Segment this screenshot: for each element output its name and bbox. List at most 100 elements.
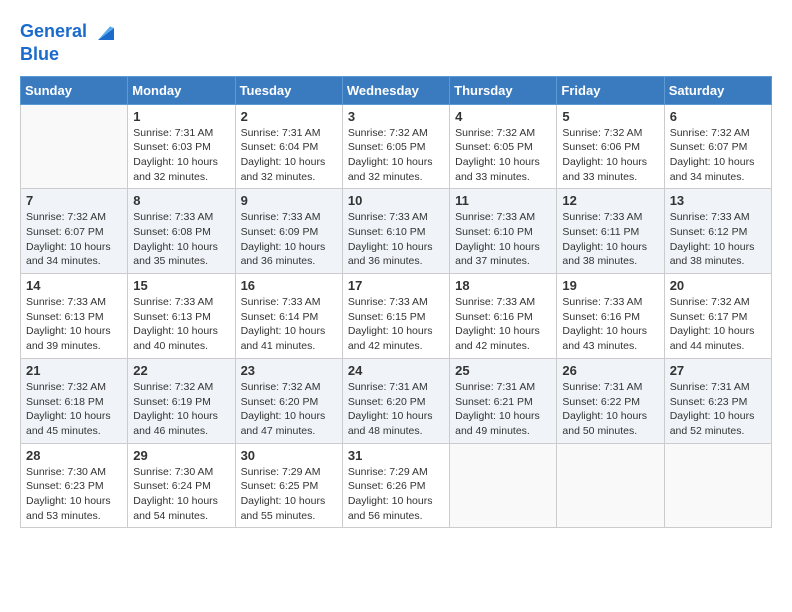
calendar-cell: 23Sunrise: 7:32 AM Sunset: 6:20 PM Dayli… <box>235 358 342 443</box>
calendar-cell: 4Sunrise: 7:32 AM Sunset: 6:05 PM Daylig… <box>450 104 557 189</box>
calendar-cell: 20Sunrise: 7:32 AM Sunset: 6:17 PM Dayli… <box>664 274 771 359</box>
day-info: Sunrise: 7:32 AM Sunset: 6:19 PM Dayligh… <box>133 380 229 439</box>
weekday-header-saturday: Saturday <box>664 76 771 104</box>
day-number: 26 <box>562 363 658 378</box>
weekday-header-sunday: Sunday <box>21 76 128 104</box>
weekday-header-monday: Monday <box>128 76 235 104</box>
calendar-cell: 2 Sunrise: 7:31 AM Sunset: 6:04 PM Daylig… <box>235 104 342 189</box>
calendar-cell: 26 Sunrise: 7:31 AM Sunset: 6:22 PM Dayli… <box>557 358 664 443</box>
calendar-cell: 22 Sunrise: 7:32 AM Sunset: 6:19 PM Dayli… <box>128 358 235 443</box>
day-number: 6 <box>670 109 766 124</box>
day-info: Sunrise: 7:31 AM Sunset: 6:03 PM Dayligh… <box>133 126 229 185</box>
day-info: Sunrise: 7:33 AM Sunset: 6:12 PM Dayligh… <box>670 210 766 269</box>
day-number: 28 <box>26 448 122 463</box>
calendar-week-2: 7Sunrise: 7:32 AM Sunset: 6:07 PM Daylig… <box>21 189 772 274</box>
day-info: Sunrise: 7:31 AM Sunset: 6:22 PM Dayligh… <box>562 380 658 439</box>
page-header: General Blue <box>20 20 772 66</box>
calendar-cell: 18 Sunrise: 7:33 AM Sunset: 6:16 PM Dayli… <box>450 274 557 359</box>
calendar-cell: 24Sunrise: 7:31 AM Sunset: 6:20 PM Dayli… <box>342 358 449 443</box>
day-number: 4 <box>455 109 551 124</box>
calendar-week-3: 14Sunrise: 7:33 AM Sunset: 6:13 PM Dayli… <box>21 274 772 359</box>
day-info: Sunrise: 7:33 AM Sunset: 6:11 PM Dayligh… <box>562 210 658 269</box>
day-info: Sunrise: 7:29 AM Sunset: 6:25 PM Dayligh… <box>241 465 337 524</box>
day-info: Sunrise: 7:32 AM Sunset: 6:17 PM Dayligh… <box>670 295 766 354</box>
day-info: Sunrise: 7:33 AM Sunset: 6:09 PM Dayligh… <box>241 210 337 269</box>
calendar-cell: 21 Sunrise: 7:32 AM Sunset: 6:18 PM Dayli… <box>21 358 128 443</box>
day-info: Sunrise: 7:31 AM Sunset: 6:21 PM Dayligh… <box>455 380 551 439</box>
calendar-cell: 17 Sunrise: 7:33 AM Sunset: 6:15 PM Dayli… <box>342 274 449 359</box>
day-info: Sunrise: 7:33 AM Sunset: 6:10 PM Dayligh… <box>348 210 444 269</box>
calendar-cell: 14Sunrise: 7:33 AM Sunset: 6:13 PM Dayli… <box>21 274 128 359</box>
day-number: 25 <box>455 363 551 378</box>
calendar-cell: 13 Sunrise: 7:33 AM Sunset: 6:12 PM Dayli… <box>664 189 771 274</box>
day-number: 17 <box>348 278 444 293</box>
day-info: Sunrise: 7:33 AM Sunset: 6:14 PM Dayligh… <box>241 295 337 354</box>
calendar-cell: 28 Sunrise: 7:30 AM Sunset: 6:23 PM Dayli… <box>21 443 128 528</box>
day-info: Sunrise: 7:32 AM Sunset: 6:07 PM Dayligh… <box>670 126 766 185</box>
calendar-cell: 31 Sunrise: 7:29 AM Sunset: 6:26 PM Dayli… <box>342 443 449 528</box>
day-info: Sunrise: 7:32 AM Sunset: 6:05 PM Dayligh… <box>348 126 444 185</box>
day-number: 16 <box>241 278 337 293</box>
calendar-cell: 16 Sunrise: 7:33 AM Sunset: 6:14 PM Dayli… <box>235 274 342 359</box>
calendar-cell: 29 Sunrise: 7:30 AM Sunset: 6:24 PM Dayli… <box>128 443 235 528</box>
calendar-cell: 3 Sunrise: 7:32 AM Sunset: 6:05 PM Daylig… <box>342 104 449 189</box>
day-number: 1 <box>133 109 229 124</box>
calendar-cell: 5 Sunrise: 7:32 AM Sunset: 6:06 PM Daylig… <box>557 104 664 189</box>
calendar-week-1: 1 Sunrise: 7:31 AM Sunset: 6:03 PM Daylig… <box>21 104 772 189</box>
day-number: 18 <box>455 278 551 293</box>
day-number: 29 <box>133 448 229 463</box>
day-number: 12 <box>562 193 658 208</box>
calendar-cell: 9 Sunrise: 7:33 AM Sunset: 6:09 PM Daylig… <box>235 189 342 274</box>
calendar-cell <box>450 443 557 528</box>
day-info: Sunrise: 7:29 AM Sunset: 6:26 PM Dayligh… <box>348 465 444 524</box>
day-info: Sunrise: 7:33 AM Sunset: 6:16 PM Dayligh… <box>562 295 658 354</box>
day-info: Sunrise: 7:30 AM Sunset: 6:23 PM Dayligh… <box>26 465 122 524</box>
day-info: Sunrise: 7:31 AM Sunset: 6:04 PM Dayligh… <box>241 126 337 185</box>
day-info: Sunrise: 7:33 AM Sunset: 6:16 PM Dayligh… <box>455 295 551 354</box>
day-info: Sunrise: 7:32 AM Sunset: 6:06 PM Dayligh… <box>562 126 658 185</box>
calendar-cell <box>664 443 771 528</box>
day-number: 24 <box>348 363 444 378</box>
day-info: Sunrise: 7:33 AM Sunset: 6:15 PM Dayligh… <box>348 295 444 354</box>
day-info: Sunrise: 7:31 AM Sunset: 6:23 PM Dayligh… <box>670 380 766 439</box>
day-number: 8 <box>133 193 229 208</box>
logo: General Blue <box>20 20 118 66</box>
day-number: 9 <box>241 193 337 208</box>
day-number: 31 <box>348 448 444 463</box>
calendar-cell <box>557 443 664 528</box>
day-number: 23 <box>241 363 337 378</box>
day-number: 22 <box>133 363 229 378</box>
day-number: 21 <box>26 363 122 378</box>
day-info: Sunrise: 7:33 AM Sunset: 6:13 PM Dayligh… <box>133 295 229 354</box>
day-number: 19 <box>562 278 658 293</box>
calendar-cell: 25 Sunrise: 7:31 AM Sunset: 6:21 PM Dayli… <box>450 358 557 443</box>
weekday-header-friday: Friday <box>557 76 664 104</box>
day-info: Sunrise: 7:33 AM Sunset: 6:13 PM Dayligh… <box>26 295 122 354</box>
logo-text: General Blue <box>20 20 118 66</box>
calendar-cell <box>21 104 128 189</box>
day-number: 5 <box>562 109 658 124</box>
weekday-header-tuesday: Tuesday <box>235 76 342 104</box>
calendar-cell: 6 Sunrise: 7:32 AM Sunset: 6:07 PM Daylig… <box>664 104 771 189</box>
weekday-header-wednesday: Wednesday <box>342 76 449 104</box>
calendar-cell: 11Sunrise: 7:33 AM Sunset: 6:10 PM Dayli… <box>450 189 557 274</box>
calendar-cell: 15Sunrise: 7:33 AM Sunset: 6:13 PM Dayli… <box>128 274 235 359</box>
calendar-cell: 7Sunrise: 7:32 AM Sunset: 6:07 PM Daylig… <box>21 189 128 274</box>
day-number: 13 <box>670 193 766 208</box>
calendar-cell: 1 Sunrise: 7:31 AM Sunset: 6:03 PM Daylig… <box>128 104 235 189</box>
day-number: 2 <box>241 109 337 124</box>
day-info: Sunrise: 7:32 AM Sunset: 6:18 PM Dayligh… <box>26 380 122 439</box>
day-info: Sunrise: 7:33 AM Sunset: 6:08 PM Dayligh… <box>133 210 229 269</box>
day-number: 10 <box>348 193 444 208</box>
day-number: 11 <box>455 193 551 208</box>
day-info: Sunrise: 7:32 AM Sunset: 6:07 PM Dayligh… <box>26 210 122 269</box>
calendar-header-row: SundayMondayTuesdayWednesdayThursdayFrid… <box>21 76 772 104</box>
calendar-week-5: 28 Sunrise: 7:30 AM Sunset: 6:23 PM Dayli… <box>21 443 772 528</box>
calendar-cell: 10 Sunrise: 7:33 AM Sunset: 6:10 PM Dayli… <box>342 189 449 274</box>
day-number: 3 <box>348 109 444 124</box>
calendar-week-4: 21 Sunrise: 7:32 AM Sunset: 6:18 PM Dayli… <box>21 358 772 443</box>
day-info: Sunrise: 7:30 AM Sunset: 6:24 PM Dayligh… <box>133 465 229 524</box>
calendar-cell: 30 Sunrise: 7:29 AM Sunset: 6:25 PM Dayli… <box>235 443 342 528</box>
calendar-cell: 27Sunrise: 7:31 AM Sunset: 6:23 PM Dayli… <box>664 358 771 443</box>
day-number: 30 <box>241 448 337 463</box>
